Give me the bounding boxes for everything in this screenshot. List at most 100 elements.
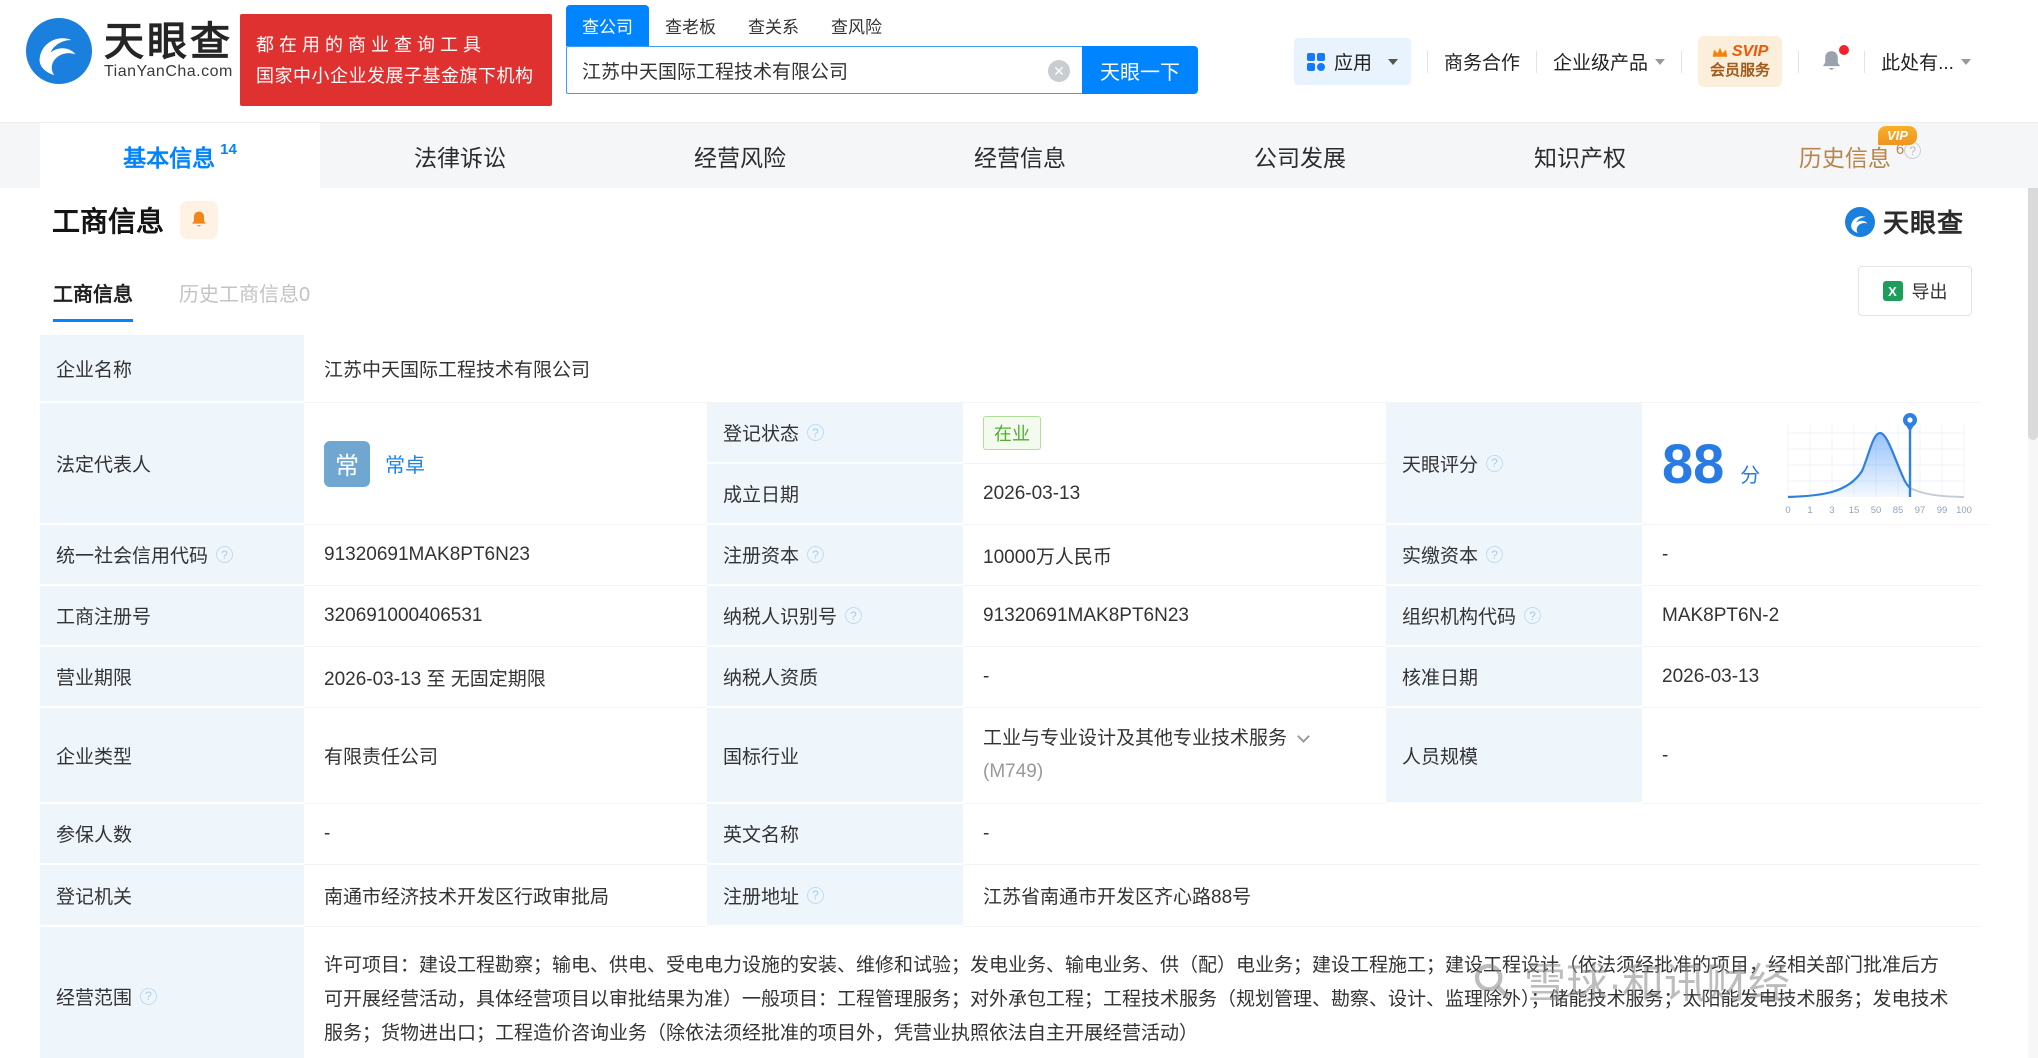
- divider: [1798, 50, 1800, 73]
- apps-label: 应用: [1334, 53, 1373, 74]
- scrollbar[interactable]: [2028, 150, 2038, 1058]
- table-row: 企业名称 江苏中天国际工程技术有限公司: [40, 335, 1980, 403]
- search-tab-relation[interactable]: 查关系: [732, 5, 815, 46]
- chevron-down-icon[interactable]: [1297, 730, 1310, 744]
- user-menu[interactable]: 此处有...: [1881, 48, 1971, 75]
- search-tab-risk[interactable]: 查风险: [815, 5, 898, 46]
- company-type-value: 有限责任公司: [304, 708, 707, 804]
- help-icon[interactable]: [845, 607, 863, 624]
- score-value: 88 分 0 1 3 15 50 85 97 99 100: [1642, 403, 1989, 525]
- tab-operating-info[interactable]: 经营信息: [880, 123, 1160, 188]
- table-row: 经营范围 许可项目：建设工程勘察；输电、供电、受电电力设施的安装、维修和试验；发…: [40, 927, 1980, 1058]
- taxpayer-qual-value: -: [963, 647, 1386, 708]
- help-icon[interactable]: [807, 546, 825, 563]
- uscc-value: 91320691MAK8PT6N23: [304, 525, 707, 586]
- tab-intellectual-property[interactable]: 知识产权: [1440, 123, 1720, 188]
- business-info-table: 企业名称 江苏中天国际工程技术有限公司 法定代表人 常 常卓 登记状态 在业 成…: [40, 335, 1989, 1058]
- company-name-value: 江苏中天国际工程技术有限公司: [304, 335, 1980, 403]
- search-tab-company[interactable]: 查公司: [566, 5, 649, 46]
- score-number: 88: [1662, 431, 1725, 495]
- reg-status-value: 在业: [963, 403, 1386, 464]
- help-icon[interactable]: [1524, 607, 1542, 624]
- content-brand-name: 天眼查: [1883, 208, 1965, 238]
- table-row: 营业期限 2026-03-13 至 无固定期限 纳税人资质 - 核准日期 202…: [40, 647, 1980, 708]
- reg-no-value: 320691000406531: [304, 586, 707, 647]
- reg-status-label: 登记状态: [707, 403, 963, 464]
- approval-date-label: 核准日期: [1386, 647, 1642, 708]
- subtabs: 工商信息 历史工商信息0: [53, 278, 310, 322]
- search-button[interactable]: 天眼一下: [1082, 46, 1198, 94]
- tianyancha-logo[interactable]: 天眼查 TianYanCha.com: [26, 18, 233, 84]
- industry-label: 国标行业: [707, 708, 963, 804]
- export-button[interactable]: X 导出: [1858, 266, 1972, 316]
- uscc-label: 统一社会信用代码: [40, 525, 304, 586]
- score-label: 天眼评分: [1386, 403, 1642, 525]
- help-icon[interactable]: [140, 987, 158, 1005]
- section-title: 工商信息: [52, 206, 165, 237]
- crown-icon: [1712, 47, 1728, 57]
- subscribe-bell-button[interactable]: [180, 201, 219, 239]
- search-tabs: 查公司 查老板 查关系 查风险: [566, 5, 1198, 46]
- vip-badge: VIP: [1878, 126, 1917, 145]
- subtab-business-info[interactable]: 工商信息: [53, 278, 133, 322]
- help-icon[interactable]: [1486, 454, 1504, 472]
- scrollbar-thumb[interactable]: [2028, 150, 2038, 440]
- reg-authority-value: 南通市经济技术开发区行政审批局: [304, 865, 707, 927]
- notification-dot: [1839, 45, 1850, 55]
- nav-enterprise[interactable]: 企业级产品: [1553, 48, 1666, 75]
- tab-basic-count: 14: [220, 141, 237, 158]
- subtab-history-business-info[interactable]: 历史工商信息0: [179, 278, 310, 307]
- nav-cooperation[interactable]: 商务合作: [1444, 48, 1520, 75]
- reg-authority-label: 登记机关: [40, 865, 304, 927]
- divider: [1864, 50, 1866, 73]
- tab-history-info[interactable]: 历史信息 6 VIP: [1720, 123, 2000, 188]
- clear-icon[interactable]: ✕: [1048, 60, 1070, 82]
- staff-size-value: -: [1642, 708, 1980, 804]
- taxpayer-qual-label: 纳税人资质: [707, 647, 963, 708]
- chevron-down-icon: [1388, 58, 1399, 65]
- legal-rep-link[interactable]: 常卓: [385, 449, 425, 478]
- score-distribution-chart: 0 1 3 15 50 85 97 99 100: [1776, 409, 1976, 519]
- legal-rep-avatar[interactable]: 常: [324, 440, 370, 487]
- search-input[interactable]: [566, 46, 1082, 94]
- help-icon[interactable]: [807, 424, 825, 441]
- brand-domain: TianYanCha.com: [104, 63, 233, 80]
- en-name-value: -: [963, 804, 1980, 865]
- svg-text:3: 3: [1830, 505, 1835, 516]
- help-icon[interactable]: [216, 546, 234, 563]
- industry-value: 工业与专业设计及其他专业技术服务 (M749): [963, 708, 1386, 804]
- legal-rep-label: 法定代表人: [40, 403, 304, 525]
- table-row: 法定代表人 常 常卓 登记状态 在业 成立日期 2026-03-13 天眼评分 …: [40, 403, 1989, 525]
- apps-menu[interactable]: 应用: [1294, 38, 1412, 85]
- chevron-down-icon: [1960, 58, 1971, 65]
- scope-label: 经营范围: [40, 927, 304, 1058]
- tab-basic-info[interactable]: 基本信息 14: [40, 123, 320, 188]
- table-row: 工商注册号 320691000406531 纳税人识别号 91320691MAK…: [40, 586, 1980, 647]
- tab-company-development[interactable]: 公司发展: [1160, 123, 1440, 188]
- svg-text:97: 97: [1915, 505, 1926, 516]
- svg-text:15: 15: [1849, 505, 1860, 516]
- promo-banner: 都在用的商业查询工具 国家中小企业发展子基金旗下机构: [240, 14, 552, 106]
- tab-operating-risk[interactable]: 经营风险: [600, 123, 880, 188]
- taxpayer-id-label: 纳税人识别号: [707, 586, 963, 647]
- svg-text:99: 99: [1937, 505, 1948, 516]
- top-nav: 应用 商务合作 企业级产品 SVIP 会员服务 此处有...: [1294, 0, 1971, 123]
- scope-value: 许可项目：建设工程勘察；输电、供电、受电电力设施的安装、维修和试验；发电业务、输…: [304, 927, 1980, 1058]
- search-tab-boss[interactable]: 查老板: [649, 5, 732, 46]
- table-row: 参保人数 - 英文名称 -: [40, 804, 1980, 865]
- industry-code: (M749): [983, 760, 1044, 782]
- company-type-label: 企业类型: [40, 708, 304, 804]
- company-name-label: 企业名称: [40, 335, 304, 403]
- svip-member-button[interactable]: SVIP 会员服务: [1698, 36, 1783, 87]
- svg-text:1: 1: [1808, 505, 1813, 516]
- promo-line1: 都在用的商业查询工具: [256, 35, 486, 56]
- help-icon[interactable]: [1486, 546, 1504, 563]
- notification-bell-icon[interactable]: [1819, 45, 1850, 74]
- reg-address-value: 江苏省南通市开发区齐心路88号: [963, 865, 1980, 927]
- tab-legal[interactable]: 法律诉讼: [320, 123, 600, 188]
- paid-capital-value: -: [1642, 525, 1980, 586]
- help-icon[interactable]: [807, 886, 825, 904]
- legal-rep-value: 常 常卓: [304, 403, 707, 525]
- bell-icon: [192, 211, 206, 227]
- content-brand-logo: 天眼查: [1845, 203, 1964, 240]
